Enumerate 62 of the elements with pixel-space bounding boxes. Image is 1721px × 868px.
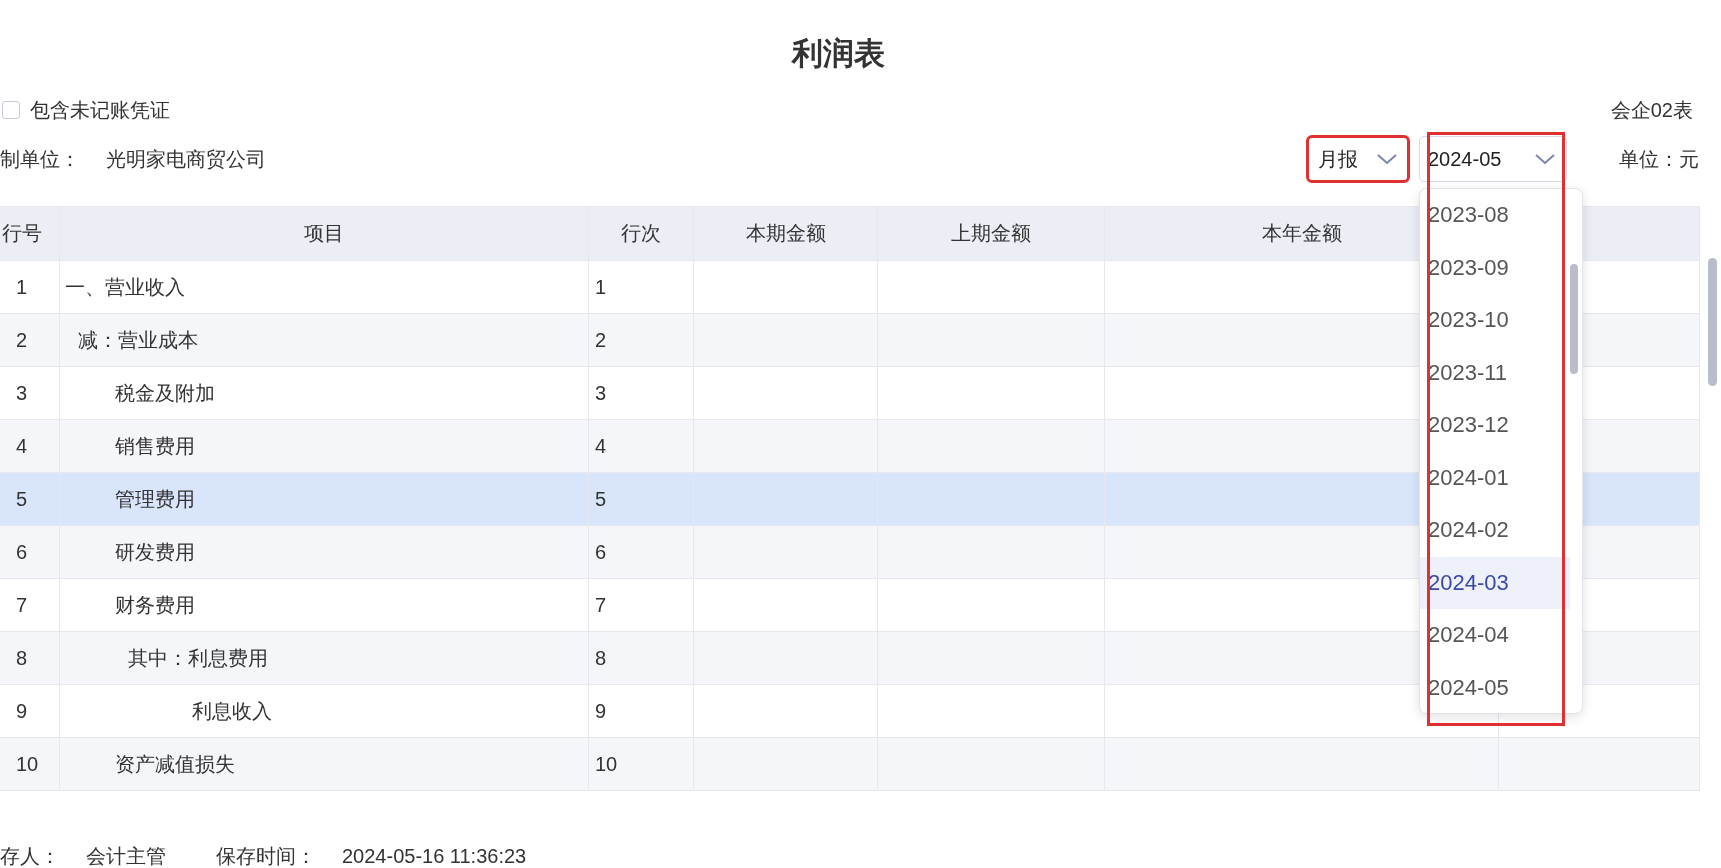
- unit-label: 单位：元: [1619, 146, 1699, 172]
- table-cell: 10: [0, 738, 60, 790]
- table-cell[interactable]: 利息收入: [60, 685, 589, 737]
- date-select[interactable]: 2024-05: [1419, 136, 1567, 182]
- form-code: 会企02表: [1610, 97, 1693, 123]
- checkbox[interactable]: [2, 101, 20, 119]
- dropdown-option[interactable]: 2024-01: [1420, 451, 1570, 504]
- dropdown-option[interactable]: 2023-12: [1420, 399, 1570, 452]
- column-header: 本期金额: [694, 207, 878, 260]
- table-cell[interactable]: 其中：利息费用: [60, 632, 589, 684]
- table-cell: 5: [589, 473, 694, 525]
- dropdown-option[interactable]: 2024-05: [1420, 661, 1570, 713]
- table-cell: 6: [0, 526, 60, 578]
- company-name: 光明家电商贸公司: [106, 146, 266, 172]
- dropdown-option[interactable]: 2024-04: [1420, 609, 1570, 662]
- scrollbar[interactable]: [1708, 258, 1717, 386]
- table-cell: 4: [589, 420, 694, 472]
- table-cell[interactable]: 财务费用: [60, 579, 589, 631]
- save-time: 2024-05-16 11:36:23: [342, 845, 527, 868]
- dropdown-option[interactable]: 2024-03: [1420, 556, 1570, 609]
- dropdown-option[interactable]: 2023-10: [1420, 294, 1570, 347]
- table-cell[interactable]: 销售费用: [60, 420, 589, 472]
- column-header: 行次: [589, 207, 694, 260]
- table-cell: 2: [589, 314, 694, 366]
- table-cell: 9: [0, 685, 60, 737]
- table-cell: 1: [589, 261, 694, 313]
- table-cell[interactable]: 税金及附加: [60, 367, 589, 419]
- table-cell: 1: [0, 261, 60, 313]
- dropdown-option[interactable]: 2023-09: [1420, 241, 1570, 294]
- table-cell: 10: [589, 738, 694, 790]
- checkbox-label[interactable]: 包含未记账凭证: [30, 96, 170, 124]
- table-cell: 8: [0, 632, 60, 684]
- table-cell: 3: [589, 367, 694, 419]
- chevron-down-icon: [1534, 153, 1556, 165]
- table-cell[interactable]: 减：营业成本: [60, 314, 589, 366]
- table-cell[interactable]: 研发费用: [60, 526, 589, 578]
- table-cell: 2: [0, 314, 60, 366]
- saver-label: 存人：: [0, 844, 60, 868]
- table-cell: 7: [589, 579, 694, 631]
- table-cell: 5: [0, 473, 60, 525]
- column-header: 行号: [0, 207, 60, 260]
- period-select[interactable]: 月报: [1307, 136, 1409, 182]
- table-cell[interactable]: 一、营业收入: [60, 261, 589, 313]
- chevron-down-icon: [1376, 153, 1398, 165]
- table-cell: 6: [589, 526, 694, 578]
- saver-name: 会计主管: [86, 844, 166, 868]
- report-title: 利润表: [791, 35, 885, 73]
- table-cell: 9: [589, 685, 694, 737]
- dropdown-option[interactable]: 2024-02: [1420, 504, 1570, 557]
- dropdown-option[interactable]: 2023-11: [1420, 346, 1570, 399]
- save-time-label: 保存时间：: [216, 844, 316, 868]
- table-cell[interactable]: 资产减值损失: [60, 738, 589, 790]
- dropdown-option[interactable]: 2023-08: [1420, 189, 1570, 242]
- scrollbar[interactable]: [1570, 264, 1578, 374]
- table-cell: 7: [0, 579, 60, 631]
- table-cell: 3: [0, 367, 60, 419]
- table-cell[interactable]: 管理费用: [60, 473, 589, 525]
- column-header: 项目: [60, 207, 589, 260]
- table-cell: 8: [589, 632, 694, 684]
- company-label: 制单位：: [0, 146, 80, 172]
- column-header: 上期金额: [878, 207, 1105, 260]
- table-cell: 4: [0, 420, 60, 472]
